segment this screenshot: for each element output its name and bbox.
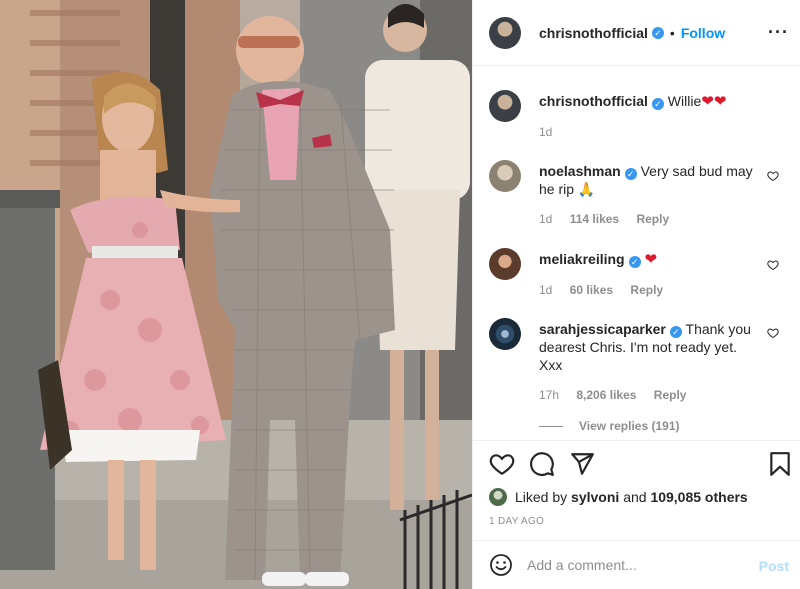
comment-meta: 1d 60 likes Reply <box>539 281 761 299</box>
comment-time[interactable]: 1d <box>539 283 552 297</box>
post-sidebar: chrisnothofficial ✓ • Follow ··· chrisno… <box>472 0 800 589</box>
verified-badge-icon: ✓ <box>624 168 637 180</box>
post-comment-button[interactable]: Post <box>759 558 789 574</box>
owner-username[interactable]: chrisnothofficial <box>539 25 648 41</box>
heart-icon[interactable] <box>489 451 515 477</box>
bookmark-icon[interactable] <box>767 451 793 477</box>
action-bar <box>473 440 800 486</box>
comment-item: meliakreiling ✓ ❤ 1d 60 likes Reply <box>489 248 789 299</box>
liked-by-text: Liked by sylvoni and 109,085 others <box>515 489 748 505</box>
smiley-icon[interactable] <box>489 553 513 577</box>
reply-button[interactable]: Reply <box>630 283 663 297</box>
heart-emoji: ❤❤ <box>701 93 727 110</box>
comment-like-heart-icon[interactable] <box>767 259 779 271</box>
comment-likes[interactable]: 60 likes <box>570 283 613 297</box>
caption-body: chrisnothofficial ✓ Willie❤❤ 1d <box>539 90 761 141</box>
comment-icon[interactable] <box>529 451 555 477</box>
liked-by-and: and <box>623 489 647 505</box>
follow-button[interactable]: Follow <box>681 25 725 41</box>
separator-dot: • <box>669 24 675 41</box>
view-replies-button[interactable]: View replies (191) <box>539 419 680 433</box>
owner-name-wrap: chrisnothofficial ✓ • Follow <box>539 25 725 41</box>
view-replies-line <box>539 425 563 427</box>
comment-time[interactable]: 17h <box>539 388 559 402</box>
post-header: chrisnothofficial ✓ • Follow ··· <box>473 0 800 66</box>
more-options-icon[interactable]: ··· <box>768 22 789 43</box>
comment-input[interactable] <box>527 557 747 573</box>
liked-by-prefix: Liked by <box>515 489 568 505</box>
comment-meta: 17h 8,206 likes Reply <box>539 386 761 404</box>
comment-likes[interactable]: 114 likes <box>570 212 619 226</box>
comment-avatar[interactable] <box>489 248 521 280</box>
caption: chrisnothofficial ✓ Willie❤❤ 1d <box>489 90 789 141</box>
verified-badge-icon: ✓ <box>651 26 664 39</box>
caption-text: Willie <box>667 93 702 109</box>
post-date[interactable]: 1 DAY AGO <box>489 516 544 527</box>
comment-time[interactable]: 1d <box>539 212 552 226</box>
comment-avatar[interactable] <box>489 318 521 350</box>
comment-body: meliakreiling ✓ ❤ 1d 60 likes Reply <box>539 248 761 299</box>
comment-username[interactable]: noelashman <box>539 163 621 179</box>
verified-badge-icon: ✓ <box>669 326 682 338</box>
caption-meta: 1d <box>539 123 761 141</box>
caption-time[interactable]: 1d <box>539 125 552 139</box>
reply-button[interactable]: Reply <box>654 388 687 402</box>
verified-badge-icon: ✓ <box>628 256 641 268</box>
caption-avatar[interactable] <box>489 90 521 122</box>
liked-by-others[interactable]: 109,085 others <box>650 489 747 505</box>
comment-item: noelashman ✓ Very sad bud may he rip 🙏 1d… <box>489 160 789 228</box>
comment-body: sarahjessicaparker ✓ Thank you dearest Ch… <box>539 318 761 404</box>
comment-like-heart-icon[interactable] <box>767 327 779 339</box>
comment-body: noelashman ✓ Very sad bud may he rip 🙏 1d… <box>539 160 761 228</box>
comments-list[interactable]: chrisnothofficial ✓ Willie❤❤ 1d noelashma… <box>473 67 800 439</box>
liked-by: Liked by sylvoni and 109,085 others <box>489 488 748 506</box>
reply-button[interactable]: Reply <box>636 212 669 226</box>
comment-item: sarahjessicaparker ✓ Thank you dearest Ch… <box>489 318 789 404</box>
comment-username[interactable]: meliakreiling <box>539 251 625 267</box>
post-photo[interactable] <box>0 0 472 589</box>
comment-like-heart-icon[interactable] <box>767 170 779 182</box>
post-photo-illustration <box>0 0 472 589</box>
comment-avatar[interactable] <box>489 160 521 192</box>
heart-emoji: ❤ <box>644 251 658 268</box>
liker-avatar[interactable] <box>489 488 507 506</box>
comment-likes[interactable]: 8,206 likes <box>576 388 636 402</box>
owner-avatar[interactable] <box>489 16 521 49</box>
view-replies-label: View replies (191) <box>579 419 680 433</box>
comment-username[interactable]: sarahjessicaparker <box>539 321 666 337</box>
share-icon[interactable] <box>569 451 595 477</box>
comment-meta: 1d 114 likes Reply <box>539 210 761 228</box>
caption-username[interactable]: chrisnothofficial <box>539 93 648 109</box>
praying-hands-emoji: 🙏 <box>577 181 596 197</box>
liked-by-user[interactable]: sylvoni <box>571 489 619 505</box>
add-comment-bar: Post <box>473 540 800 589</box>
verified-badge-icon: ✓ <box>651 98 664 110</box>
